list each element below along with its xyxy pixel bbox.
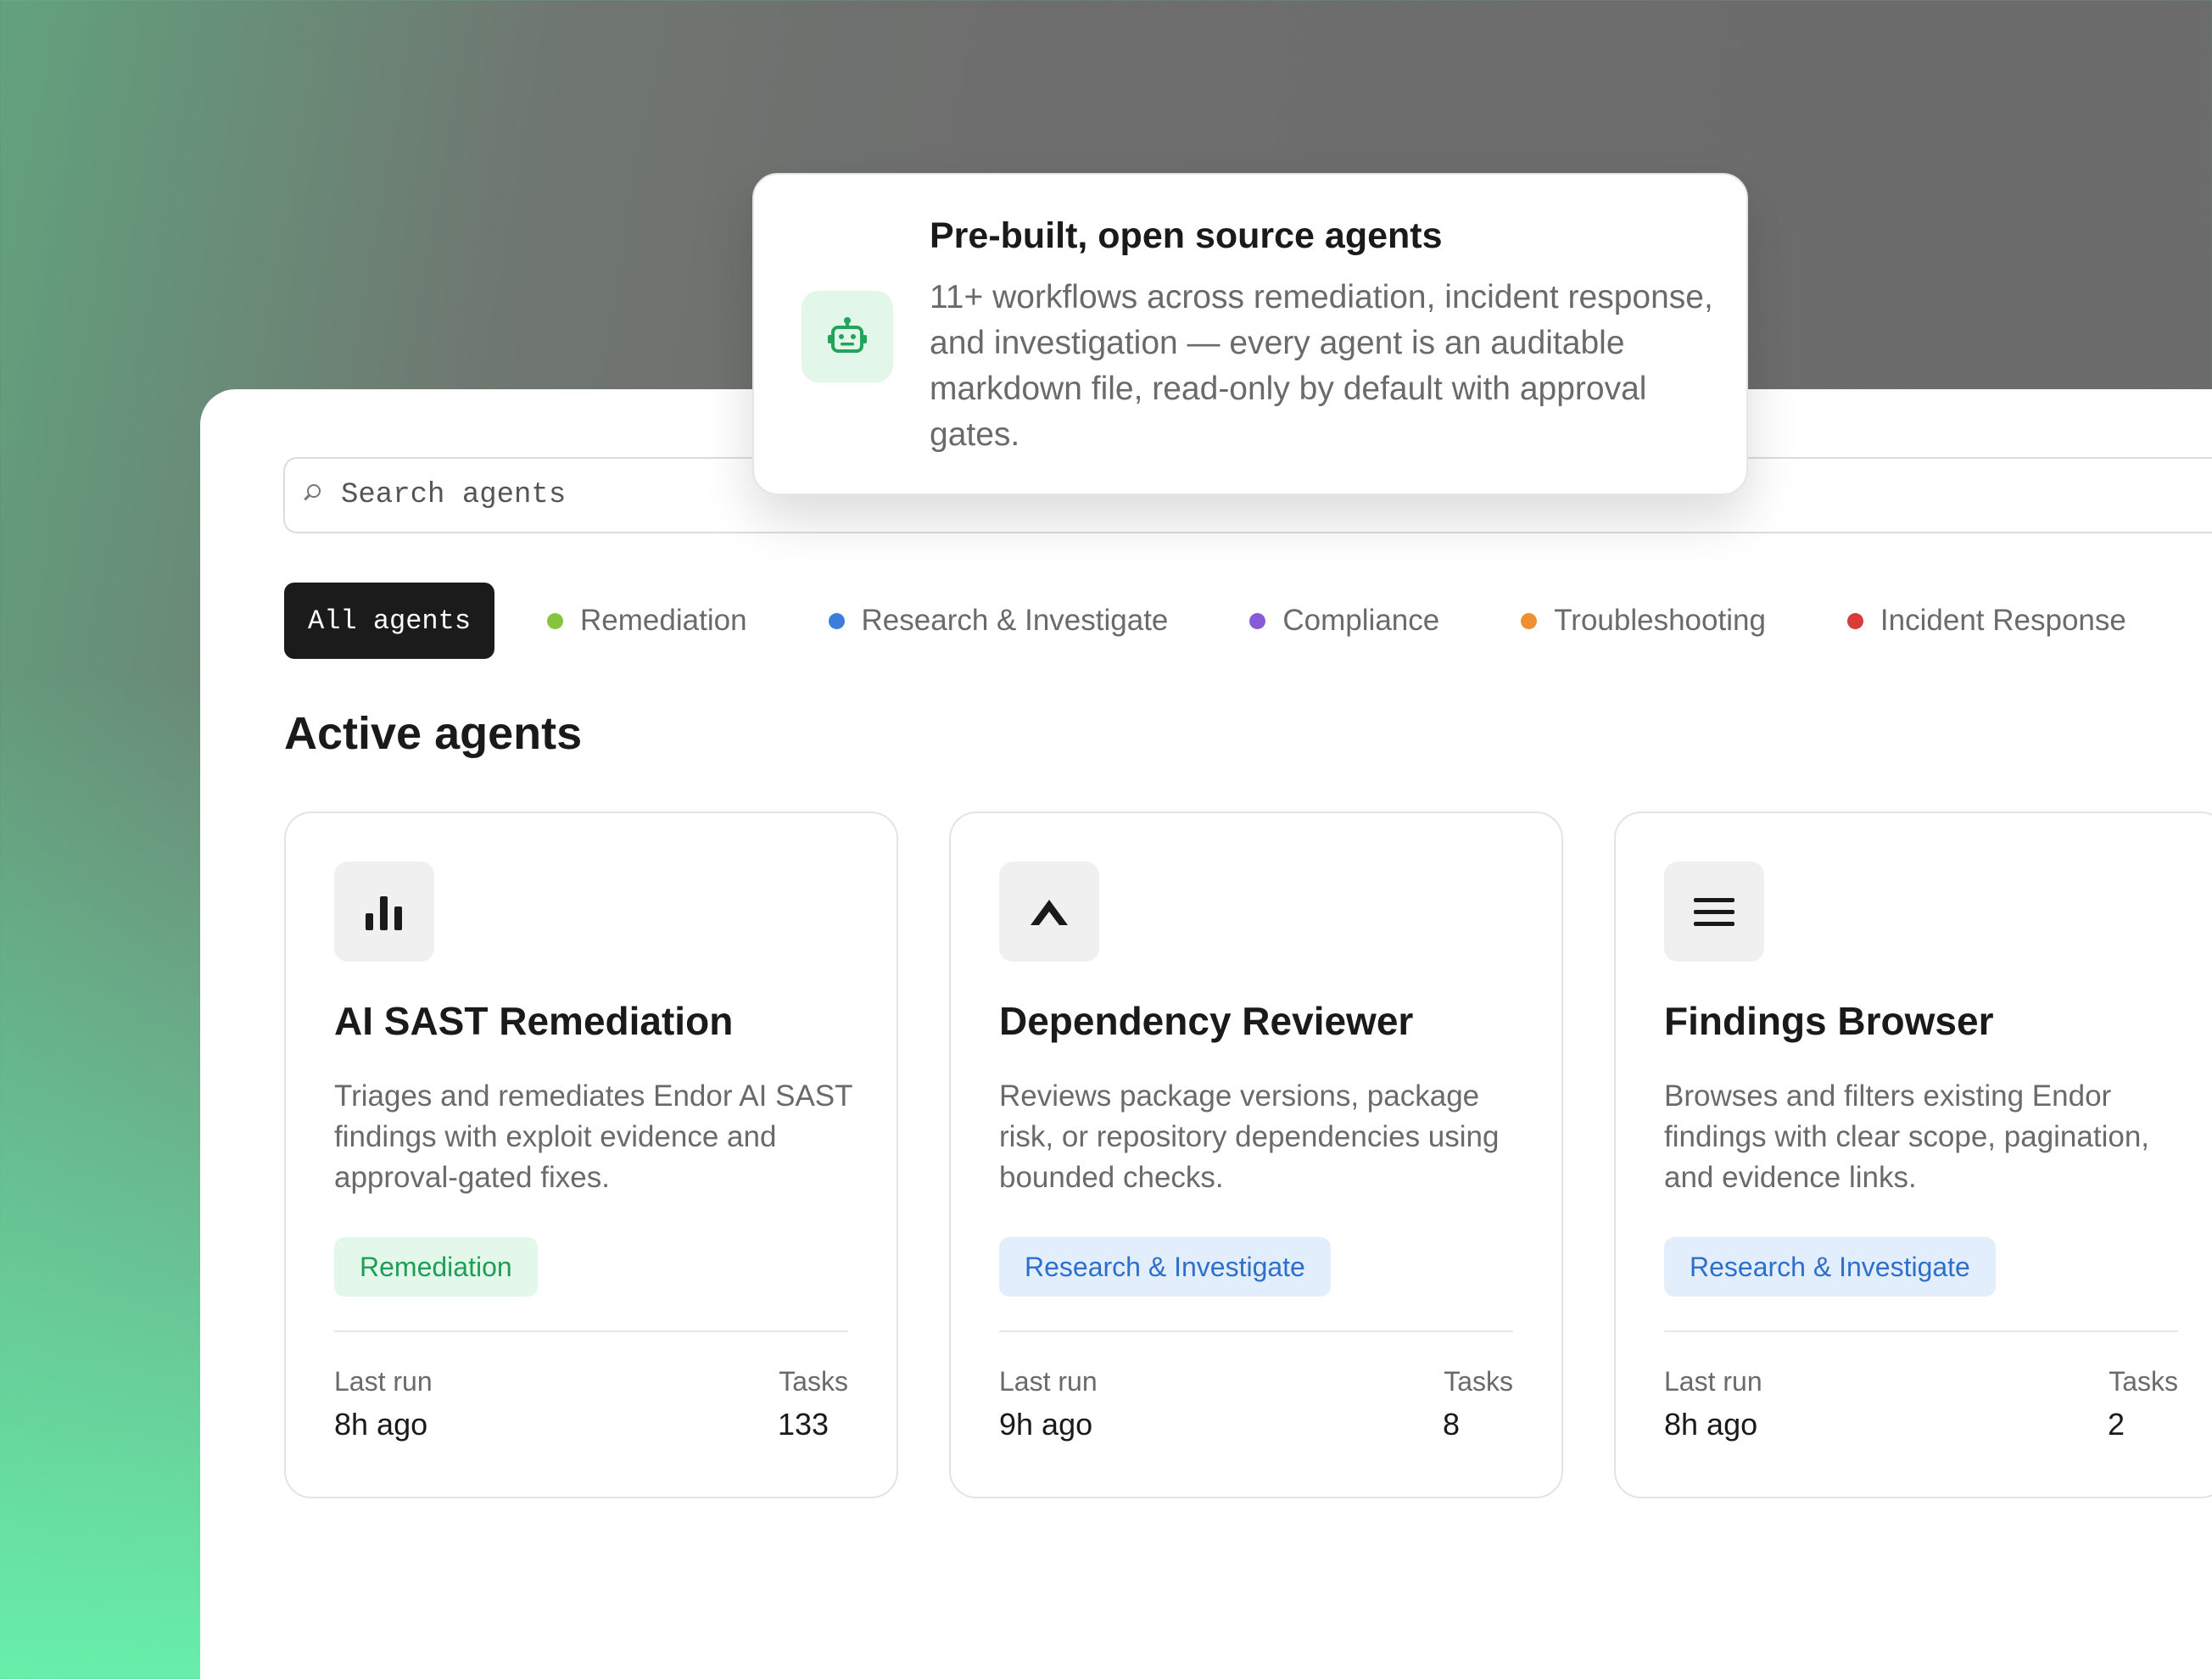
tasks-label: Tasks [1444,1366,1513,1397]
incident-dot-icon [1846,612,1863,629]
last-run-value: 8h ago [334,1407,428,1442]
filter-remediation[interactable]: Remediation [547,604,747,638]
callout-body: 11+ workflows across remediation, incide… [930,279,1713,453]
search-icon [307,484,321,498]
last-run-value: 8h ago [1664,1407,1758,1442]
feature-callout: Pre-built, open source agents 11+ workfl… [752,173,1748,495]
card-description: Reviews package versions, package risk, … [999,1079,1500,1194]
last-run-label: Last run [1664,1366,1762,1397]
section-title: Active agents [284,708,583,759]
tasks-label: Tasks [2109,1366,2178,1397]
filter-troubleshooting[interactable]: Troubleshooting [1521,604,1766,638]
category-badge: Remediation [334,1237,538,1297]
card-divider [999,1330,1513,1332]
filter-label: Troubleshooting [1554,604,1766,637]
card-title: Findings Browser [1664,999,1994,1043]
card-title: Dependency Reviewer [999,999,1414,1043]
card-divider [1664,1330,2178,1332]
filter-all-agents[interactable]: All agents [284,583,495,659]
caret-up-icon [999,862,1099,962]
last-run-value: 9h ago [999,1407,1093,1442]
bar-chart-icon [334,862,434,962]
filter-label: Compliance [1282,604,1440,637]
tasks-value: 2 [2108,1407,2125,1442]
compliance-dot-icon [1249,612,1266,629]
filter-label: Research & Investigate [861,604,1169,637]
last-run-label: Last run [999,1366,1098,1397]
card-description: Triages and remediates Endor AI SAST fin… [334,1079,852,1194]
filter-label: Incident Response [1880,604,2126,637]
category-badge: Research & Investigate [1664,1237,1996,1297]
agent-card-ai-sast-remediation[interactable]: AI SAST Remediation Triages and remediat… [284,812,898,1498]
callout-title: Pre-built, open source agents [930,215,1443,256]
menu-icon [1664,862,1764,962]
card-title: AI SAST Remediation [334,999,734,1043]
robot-icon [802,291,893,382]
last-run-label: Last run [334,1366,433,1397]
agents-panel: All agents Remediation Research & Invest… [200,389,2212,1679]
tasks-label: Tasks [779,1366,848,1397]
category-filters: All agents Remediation Research & Invest… [284,582,2208,660]
filter-research-investigate[interactable]: Research & Investigate [828,604,1169,638]
filter-compliance[interactable]: Compliance [1249,604,1439,638]
tasks-value: 133 [778,1407,830,1442]
agent-card-findings-browser[interactable]: Findings Browser Browses and filters exi… [1614,812,2212,1498]
agent-card-dependency-reviewer[interactable]: Dependency Reviewer Reviews package vers… [949,812,1563,1498]
card-divider [334,1330,848,1332]
card-description: Browses and filters existing Endor findi… [1664,1079,2150,1194]
research-dot-icon [828,612,845,629]
filter-label: Remediation [580,604,747,637]
filter-incident-response[interactable]: Incident Response [1846,604,2126,638]
tasks-value: 8 [1443,1407,1461,1442]
troubleshooting-dot-icon [1521,612,1538,629]
remediation-dot-icon [547,612,564,629]
category-badge: Research & Investigate [999,1237,1331,1297]
